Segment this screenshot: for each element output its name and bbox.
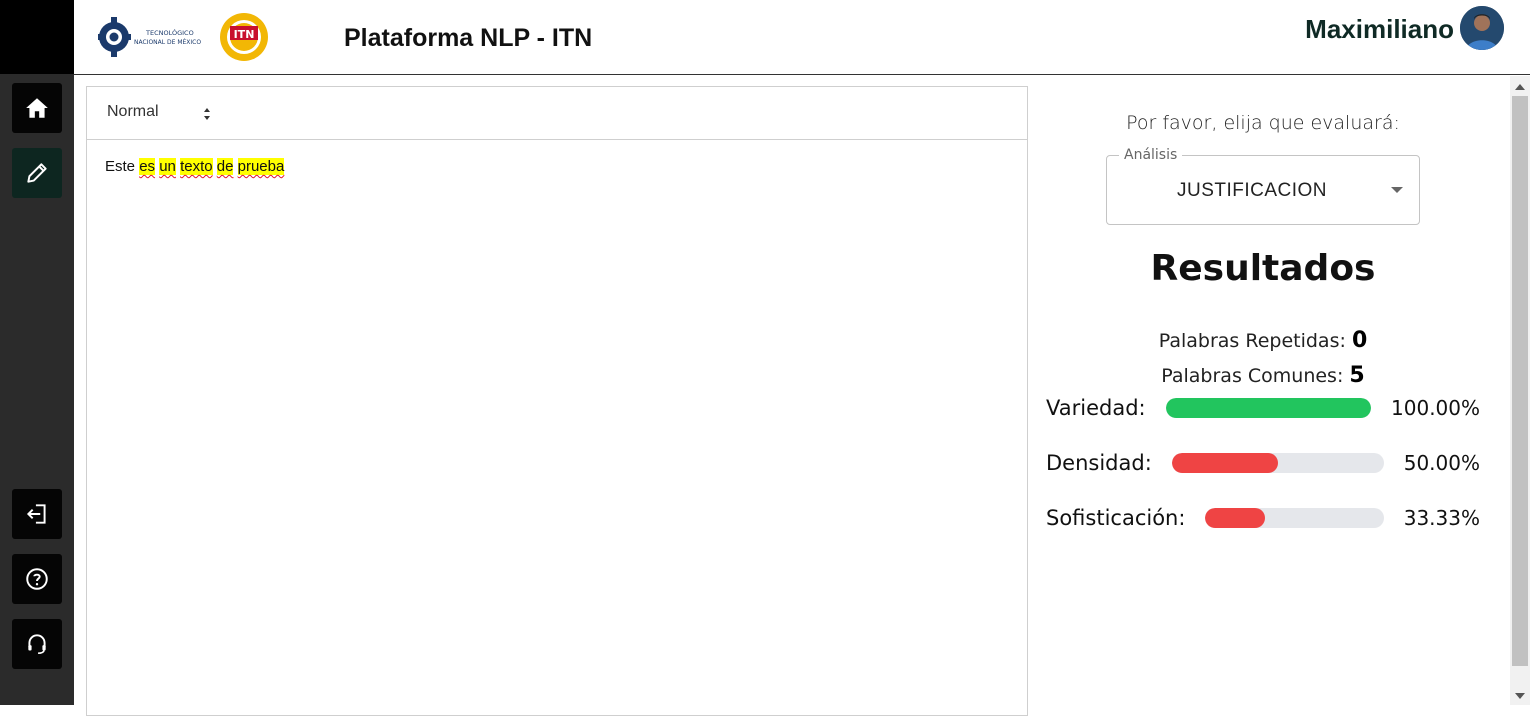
highlighted-word: prueba: [237, 158, 285, 175]
progress-fill: [1171, 453, 1278, 473]
scrollbar[interactable]: [1510, 76, 1530, 705]
scroll-down-arrow-icon[interactable]: [1515, 693, 1525, 699]
scroll-thumb[interactable]: [1512, 96, 1528, 666]
word: Este: [105, 158, 136, 175]
metric-label: Variedad:: [1046, 396, 1146, 420]
progress-bar: [1165, 398, 1372, 418]
repeated-words-value: 0: [1351, 328, 1368, 353]
support-button[interactable]: [12, 619, 62, 669]
help-button[interactable]: [12, 554, 62, 604]
analysis-select-label: Análisis: [1119, 147, 1183, 163]
analysis-select[interactable]: Análisis JUSTIFICACION: [1106, 147, 1420, 225]
user-avatar-icon: [1460, 6, 1504, 50]
updown-arrows-icon[interactable]: [202, 105, 212, 123]
common-words-stat: Palabras Comunes: 5: [1030, 363, 1496, 388]
metric-value: 50.00%: [1403, 451, 1480, 475]
logout-button[interactable]: [12, 489, 62, 539]
common-words-label: Palabras Comunes:: [1161, 365, 1344, 387]
metric-label: Sofisticación:: [1046, 506, 1186, 530]
sidebar: [0, 0, 74, 705]
user-name[interactable]: Maximiliano: [1305, 14, 1454, 45]
format-select[interactable]: Normal: [107, 103, 159, 121]
edit-button[interactable]: [12, 148, 62, 198]
highlighted-word: un: [159, 158, 176, 175]
text-editor: Normal Este es un texto de prueba: [86, 86, 1028, 716]
progress-fill: [1205, 508, 1265, 528]
svg-text:TECNOLÓGICO: TECNOLÓGICO: [145, 28, 194, 37]
editor-toolbar: Normal: [87, 87, 1027, 140]
progress-bar: [1205, 508, 1384, 528]
top-header: TECNOLÓGICO NACIONAL DE MÉXICO ITN Plata…: [74, 0, 1530, 75]
results-panel: Por favor, elija que evaluará: Análisis …: [1030, 76, 1510, 705]
progress-fill: [1165, 398, 1372, 418]
caret-down-icon: [1391, 187, 1403, 193]
analysis-select-value: JUSTIFICACION: [1176, 180, 1328, 201]
help-icon: [26, 568, 48, 590]
logout-icon: [26, 504, 46, 524]
progress-bar: [1171, 453, 1384, 473]
common-words-value: 5: [1349, 363, 1365, 388]
headset-icon: [28, 634, 46, 655]
results-heading: Resultados: [1150, 248, 1376, 289]
scroll-up-arrow-icon[interactable]: [1515, 84, 1525, 90]
repeated-words-stat: Palabras Repetidas: 0: [1030, 328, 1496, 353]
svg-text:ITN: ITN: [234, 28, 255, 41]
home-icon: [26, 98, 48, 118]
analysis-prompt: Por favor, elija que evaluará:: [1126, 112, 1400, 134]
pencil-icon: [27, 163, 47, 183]
svg-text:NACIONAL DE MÉXICO: NACIONAL DE MÉXICO: [134, 38, 201, 46]
highlighted-word: de: [216, 158, 234, 175]
itn-logo: ITN: [220, 13, 268, 61]
avatar[interactable]: [1460, 6, 1504, 50]
tecnm-logo: TECNOLÓGICO NACIONAL DE MÉXICO: [98, 17, 201, 57]
home-button[interactable]: [12, 83, 62, 133]
metric-value: 33.33%: [1403, 506, 1480, 530]
editor-content[interactable]: Este es un texto de prueba: [87, 140, 1027, 193]
metric-value: 100.00%: [1391, 396, 1480, 420]
repeated-words-label: Palabras Repetidas:: [1158, 330, 1346, 352]
sidebar-top-block: [0, 0, 74, 74]
highlighted-word: es: [139, 158, 156, 175]
metric-densidad: Densidad: 50.00%: [1046, 448, 1480, 478]
highlighted-word: texto: [180, 158, 213, 175]
metric-label: Densidad:: [1046, 451, 1152, 475]
metric-sofisticacion: Sofisticación: 33.33%: [1046, 503, 1480, 533]
metric-variedad: Variedad: 100.00%: [1046, 393, 1480, 423]
page-title: Plataforma NLP - ITN: [344, 24, 593, 52]
